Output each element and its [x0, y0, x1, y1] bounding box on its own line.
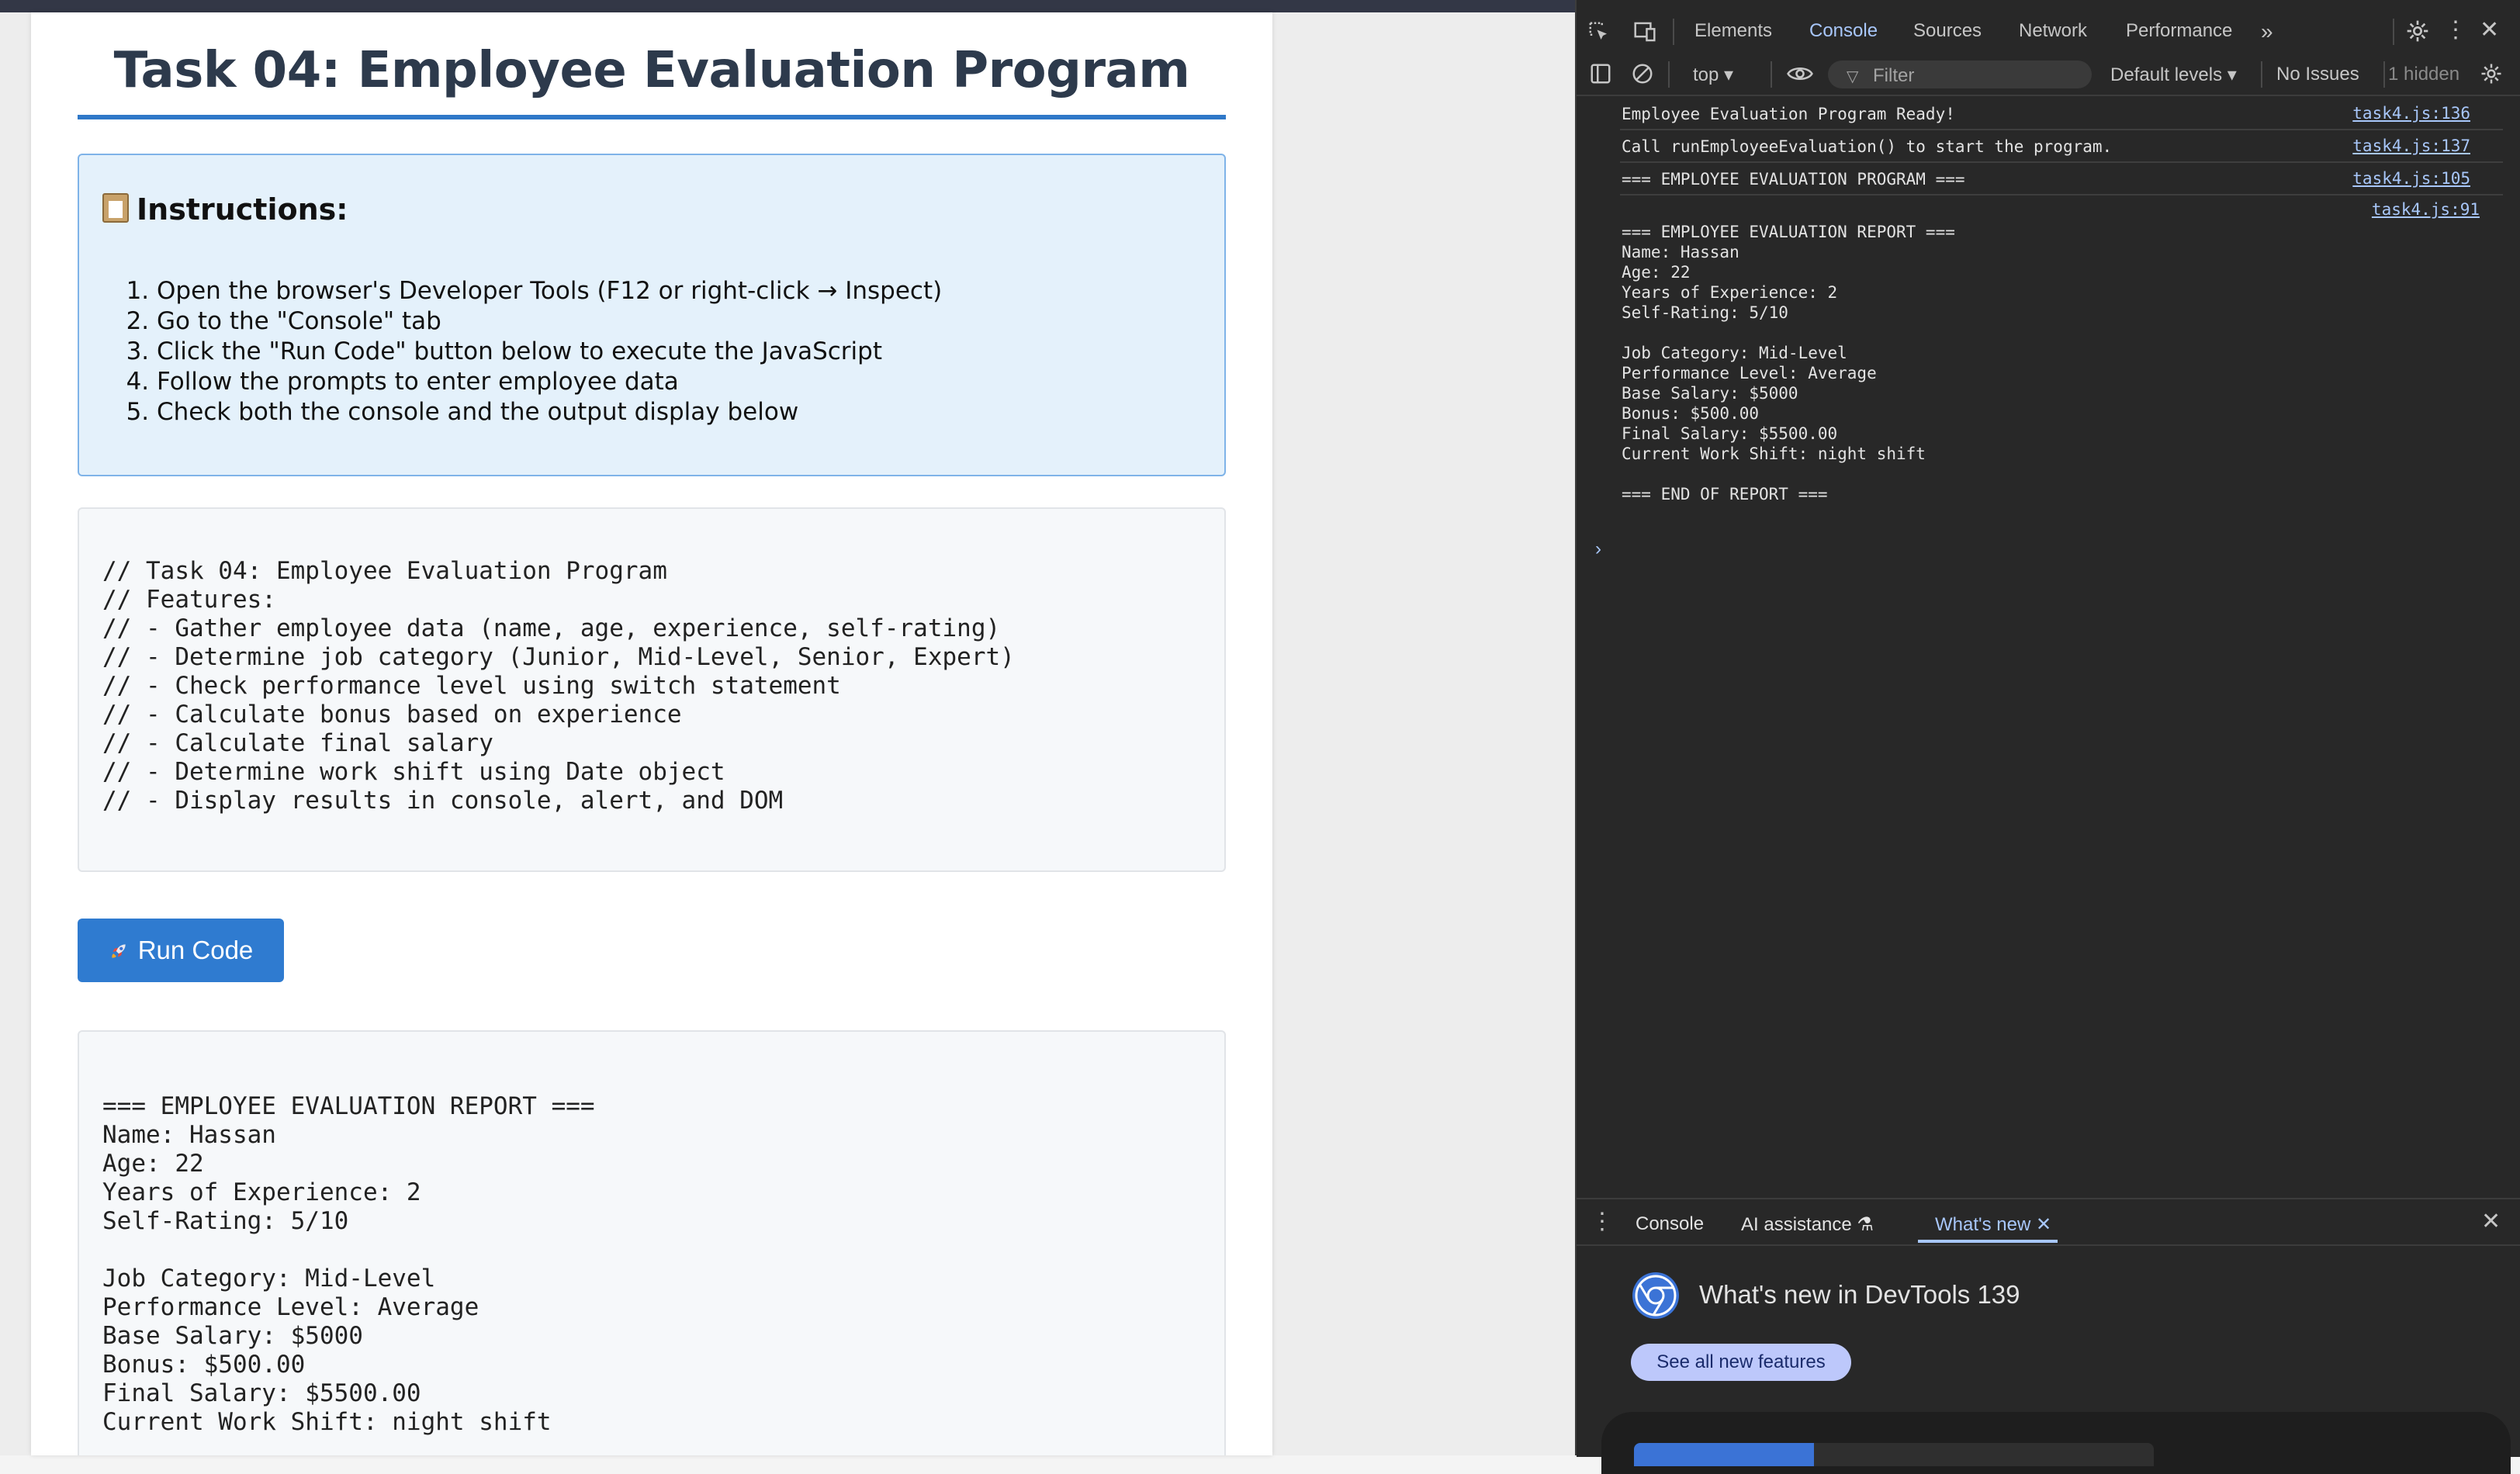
flask-icon: ⚗	[1857, 1214, 1874, 1235]
drawer-active-tab-indicator	[1918, 1240, 2058, 1243]
feature-preview-card	[1601, 1412, 2511, 1474]
instruction-item: Go to the "Console" tab	[157, 306, 942, 337]
console-message: === EMPLOYEE EVALUATION PROGRAM ===	[1622, 170, 1965, 189]
code-block: // Task 04: Employee Evaluation Program …	[78, 507, 1226, 872]
console-row-divider	[1620, 161, 2503, 163]
hidden-count: 1 hidden	[2388, 64, 2460, 85]
console-source-link[interactable]: task4.js:136	[2352, 104, 2470, 123]
output-text: === EMPLOYEE EVALUATION REPORT === Name:…	[102, 1092, 595, 1436]
tab-elements[interactable]: Elements	[1694, 20, 1772, 42]
console-source-link[interactable]: task4.js:91	[2372, 200, 2480, 219]
toolbar-separator	[1771, 61, 1772, 88]
run-code-label: Run Code	[137, 936, 254, 964]
tabbar-separator	[1673, 19, 1674, 45]
toolbar-separator	[2261, 61, 2262, 88]
drawer-tab-whats-new[interactable]: What's new ✕	[1935, 1213, 2051, 1236]
output-display: === EMPLOYEE EVALUATION REPORT === Name:…	[78, 1030, 1226, 1455]
live-expression-eye-icon[interactable]	[1786, 63, 1814, 89]
drawer-menu-icon[interactable]: ⋮	[1591, 1210, 1614, 1234]
toolbar-separator	[2383, 61, 2385, 88]
page-viewport: Task 04: Employee Evaluation Program Ins…	[0, 12, 1575, 1455]
console-source-link[interactable]: task4.js:137	[2352, 137, 2470, 155]
browser-top-strip	[0, 0, 1575, 12]
more-tabs-icon[interactable]: »	[2261, 20, 2273, 43]
filter-input[interactable]: ▽ Filter	[1828, 61, 2092, 88]
console-row-divider	[1620, 194, 2503, 195]
page-title: Task 04: Employee Evaluation Program	[113, 42, 1190, 99]
inspect-element-icon[interactable]	[1587, 20, 1611, 48]
issues-button[interactable]: No Issues	[2276, 64, 2359, 85]
console-report: === EMPLOYEE EVALUATION REPORT === Name:…	[1622, 223, 1955, 503]
tabbar-separator	[2393, 19, 2394, 45]
close-tab-icon[interactable]: ✕	[2036, 1214, 2051, 1235]
clear-console-icon[interactable]	[1631, 62, 1654, 90]
whats-new-headline: What's new in DevTools 139	[1699, 1280, 2020, 1309]
instructions-heading-text: Instructions:	[137, 192, 348, 227]
log-levels-value: Default levels	[2110, 64, 2223, 85]
instruction-item: Follow the prompts to enter employee dat…	[157, 367, 942, 397]
console-row-divider	[1620, 129, 2503, 130]
toolbar-separator	[1668, 61, 1670, 88]
clipboard-icon	[102, 193, 129, 223]
run-code-button[interactable]: Run Code	[78, 919, 284, 982]
drawer-tab-whats-new-label: What's new	[1935, 1214, 2031, 1235]
context-selector[interactable]: top ▾	[1693, 64, 1733, 86]
console-prompt-chevron-icon[interactable]: ›	[1595, 538, 1601, 560]
devtools-panel: Elements Console Sources Network Perform…	[1577, 0, 2520, 1474]
rocket-icon	[112, 944, 126, 958]
content-card: Task 04: Employee Evaluation Program Ins…	[31, 12, 1272, 1455]
filter-placeholder: Filter	[1873, 65, 1915, 86]
instructions-list: Open the browser's Developer Tools (F12 …	[102, 276, 942, 427]
instructions-heading: Instructions:	[102, 192, 348, 227]
console-source-link[interactable]: task4.js:105	[2352, 169, 2470, 188]
instructions-panel: Instructions: Open the browser's Develop…	[78, 154, 1226, 476]
devtools-drawer: ⋮ Console AI assistance ⚗ What's new ✕ ✕…	[1577, 1198, 2520, 1474]
tab-console[interactable]: Console	[1809, 20, 1878, 42]
context-selector-value: top	[1693, 64, 1719, 85]
close-drawer-icon[interactable]: ✕	[2481, 1210, 2501, 1234]
feature-preview-image	[1814, 1443, 2154, 1466]
see-all-features-button[interactable]: See all new features	[1631, 1344, 1851, 1381]
console-message: Call runEmployeeEvaluation() to start th…	[1622, 137, 2113, 156]
drawer-tabbar: ⋮ Console AI assistance ⚗ What's new ✕ ✕	[1577, 1199, 2520, 1246]
instruction-item: Check both the console and the output di…	[157, 397, 942, 427]
kebab-menu-icon[interactable]: ⋮	[2444, 19, 2467, 42]
instruction-item: Click the "Run Code" button below to exe…	[157, 337, 942, 367]
console-settings-gear-icon[interactable]	[2480, 62, 2503, 90]
tab-sources[interactable]: Sources	[1913, 20, 1982, 42]
title-underline	[78, 115, 1226, 119]
code-text: // Task 04: Employee Evaluation Program …	[102, 557, 1015, 815]
tab-performance[interactable]: Performance	[2126, 20, 2232, 42]
log-levels-dropdown[interactable]: Default levels ▾	[2110, 64, 2237, 86]
sidebar-toggle-icon[interactable]	[1589, 62, 1612, 90]
drawer-tab-console[interactable]: Console	[1636, 1213, 1704, 1235]
feature-preview-image	[1634, 1443, 1814, 1466]
close-devtools-icon[interactable]: ✕	[2480, 19, 2499, 42]
console-toolbar: top ▾ ▽ Filter Default levels ▾ No Issue…	[1577, 54, 2520, 96]
drawer-tab-ai-assistance[interactable]: AI assistance ⚗	[1741, 1213, 1874, 1236]
filter-funnel-icon: ▽	[1847, 68, 1859, 85]
chrome-devtools-logo-icon	[1632, 1272, 1679, 1319]
console-message: Employee Evaluation Program Ready!	[1622, 105, 1955, 123]
drawer-tab-ai-label: AI assistance	[1741, 1214, 1852, 1235]
settings-gear-icon[interactable]	[2405, 19, 2430, 48]
instruction-item: Open the browser's Developer Tools (F12 …	[157, 276, 942, 306]
device-toolbar-icon[interactable]	[1632, 20, 1657, 48]
tab-network[interactable]: Network	[2019, 20, 2087, 42]
console-output: Employee Evaluation Program Ready! task4…	[1577, 96, 2520, 1198]
